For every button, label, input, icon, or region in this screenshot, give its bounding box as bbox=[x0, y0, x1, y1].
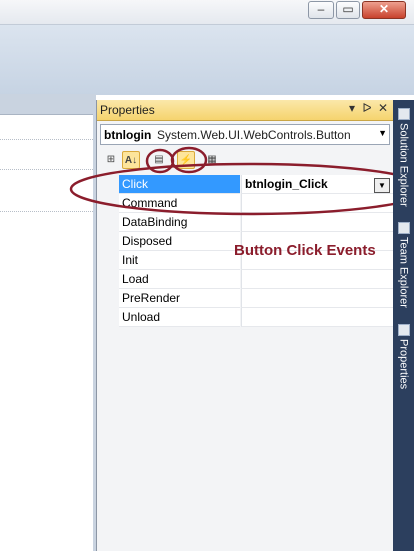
tab-label: Solution Explorer bbox=[397, 123, 410, 207]
tab-solution-explorer[interactable]: Solution Explorer bbox=[395, 106, 412, 207]
tab-properties[interactable]: Properties bbox=[395, 322, 412, 389]
annotation-circle bbox=[145, 148, 175, 174]
solution-explorer-icon bbox=[397, 108, 410, 120]
right-dock-bar: Solution Explorer Team Explorer Properti… bbox=[393, 100, 414, 551]
annotation-circle bbox=[170, 146, 208, 174]
annotation-ellipse bbox=[69, 162, 414, 216]
tab-team-explorer[interactable]: Team Explorer bbox=[395, 220, 412, 308]
annotation-overlay bbox=[69, 146, 414, 216]
team-explorer-icon bbox=[397, 222, 410, 234]
tab-label: Team Explorer bbox=[397, 237, 410, 308]
properties-icon bbox=[397, 324, 410, 336]
tab-label: Properties bbox=[397, 339, 410, 390]
